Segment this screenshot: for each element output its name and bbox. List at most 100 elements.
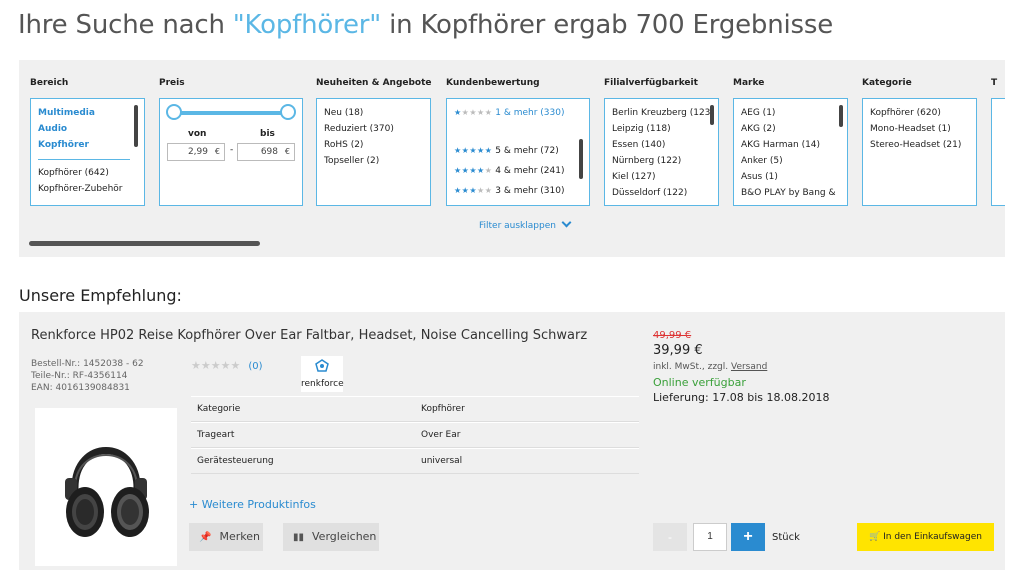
marke-option[interactable]: Asus (1) [741, 169, 840, 185]
quantity-decrease-button[interactable]: - [653, 523, 687, 551]
marke-option[interactable]: B&O PLAY by Bang & [741, 185, 840, 201]
filiale-option[interactable]: Leipzig (118) [612, 121, 711, 137]
search-query: "Kopfhörer" [232, 10, 382, 40]
scrollbar[interactable] [710, 105, 714, 125]
filter-box-filialen: Berlin Kreuzberg (123) Leipzig (118) Ess… [604, 98, 719, 206]
vat-info: inkl. MwSt., zzgl. Versand [653, 362, 768, 372]
neuheiten-option[interactable]: Topseller (2) [324, 153, 423, 169]
delivery-date: Lieferung: 17.08 bis 18.08.2018 [653, 391, 830, 404]
add-to-cart-button[interactable]: 🛒 In den Einkaufswagen [857, 523, 994, 551]
product-title[interactable]: Renkforce HP02 Reise Kopfhörer Over Ear … [31, 328, 587, 343]
product-card: Renkforce HP02 Reise Kopfhörer Over Ear … [19, 312, 1005, 570]
bereich-selected-kopfhoerer[interactable]: Kopfhörer [38, 137, 137, 153]
price-dash: - [230, 145, 234, 155]
attribute-row: Gerätesteuerung universal [191, 448, 639, 474]
filter-title: Neuheiten & Angebote [316, 78, 432, 88]
neuheiten-option[interactable]: RoHS (2) [324, 137, 423, 153]
rating-option-1[interactable]: ★★★★★ 1 & mehr (330) [454, 105, 582, 121]
filter-kundenbewertung: Kundenbewertung ★★★★★ 1 & mehr (330) ★★★… [446, 78, 590, 206]
filter-title: Bereich [30, 78, 69, 88]
product-meta: Bestell-Nr.: 1452038 - 62 Teile-Nr.: RF-… [31, 358, 144, 394]
rating-option-4[interactable]: ★★★★★ 4 & mehr (241) [454, 163, 582, 179]
cart-icon: 🛒 [869, 532, 881, 542]
order-number: Bestell-Nr.: 1452038 - 62 [31, 359, 144, 369]
neuheiten-option[interactable]: Reduziert (370) [324, 121, 423, 137]
filter-box-marke: AEG (1) AKG (2) AKG Harman (14) Anker (5… [733, 98, 848, 206]
filiale-option[interactable]: Essen (140) [612, 137, 711, 153]
product-rating[interactable]: ★★★★★ (0) [191, 359, 262, 372]
filter-box-next [991, 98, 1005, 206]
shipping-link[interactable]: Versand [731, 362, 767, 372]
price-range-slider[interactable] [166, 104, 296, 120]
brand-logo[interactable]: renkforce [301, 356, 344, 392]
scrollbar[interactable] [839, 105, 843, 127]
horizontal-scrollbar[interactable] [29, 241, 260, 246]
bereich-option[interactable]: Kopfhörer-Zubehör [38, 181, 137, 197]
compare-chart-icon: ▮▮ [293, 532, 305, 543]
product-image[interactable] [35, 408, 177, 566]
marke-option[interactable]: AKG (2) [741, 121, 840, 137]
filter-preis: Preis von bis 2,99 € - 698 € [159, 78, 303, 206]
star-rating-icon: ★★★★★ [454, 146, 493, 155]
attribute-row: Kategorie Kopfhörer [191, 396, 639, 422]
search-result-title: Ihre Suche nach "Kopfhörer" in Kopfhörer… [18, 10, 834, 40]
filiale-option[interactable]: Berlin Kreuzberg (123) [612, 105, 714, 121]
rating-option-5[interactable]: ★★★★★ 5 & mehr (72) [454, 143, 582, 159]
bereich-selected-audio[interactable]: Audio [38, 121, 137, 137]
kategorie-option[interactable]: Mono-Headset (1) [870, 121, 969, 137]
availability-status: Online verfügbar [653, 376, 746, 389]
neuheiten-option[interactable]: Neu (18) [324, 105, 423, 121]
product-attributes: Kategorie Kopfhörer Trageart Over Ear Ge… [191, 396, 639, 474]
filter-title: Kundenbewertung [446, 78, 540, 88]
filter-bereich: Bereich Multimedia Audio Kopfhörer Kopfh… [30, 78, 145, 206]
filiale-option[interactable]: Kiel (127) [612, 169, 711, 185]
filter-expand-link[interactable]: Filter ausklappen [479, 217, 572, 231]
star-rating-icon: ★★★★★ [454, 108, 493, 117]
filter-box-neuheiten: Neu (18) Reduziert (370) RoHS (2) Topsel… [316, 98, 431, 206]
star-rating-icon: ★★★★★ [191, 359, 241, 372]
filter-box-preis: von bis 2,99 € - 698 € [159, 98, 303, 206]
price-min-handle[interactable] [166, 104, 182, 120]
old-price: 49,99 € [653, 330, 692, 341]
merken-button[interactable]: 📌 Merken [189, 523, 263, 551]
quantity-increase-button[interactable]: + [731, 523, 765, 551]
ean-number: EAN: 4016139084831 [31, 383, 130, 393]
rating-count[interactable]: (0) [248, 361, 262, 372]
marke-option[interactable]: AKG Harman (14) [741, 137, 840, 153]
filter-panel: Bereich Multimedia Audio Kopfhörer Kopfh… [19, 60, 1005, 257]
filter-title: Kategorie [862, 78, 912, 88]
pin-icon: 📌 [199, 532, 212, 543]
price-from-input[interactable]: 2,99 € [167, 143, 225, 161]
filter-neuheiten: Neuheiten & Angebote Neu (18) Reduziert … [316, 78, 432, 206]
price-to-input[interactable]: 698 € [237, 143, 295, 161]
marke-option[interactable]: AEG (1) [741, 105, 840, 121]
vergleichen-button[interactable]: ▮▮ Vergleichen [283, 523, 379, 551]
kategorie-option[interactable]: Kopfhörer (620) [870, 105, 969, 121]
chevron-down-icon [561, 217, 572, 228]
price-from-label: von [188, 129, 207, 139]
recommendation-heading: Unsere Empfehlung: [19, 286, 182, 305]
filter-box-bereich[interactable]: Multimedia Audio Kopfhörer Kopfhörer (64… [30, 98, 145, 206]
filter-title: T [991, 78, 998, 88]
headphones-icon [65, 447, 149, 537]
filiale-option[interactable]: Nürnberg (122) [612, 153, 711, 169]
rating-option-3[interactable]: ★★★★★ 3 & mehr (310) [454, 183, 582, 199]
price-max-handle[interactable] [280, 104, 296, 120]
filiale-option[interactable]: Düsseldorf (122) [612, 185, 711, 201]
marke-option[interactable]: Anker (5) [741, 153, 840, 169]
kategorie-option[interactable]: Stereo-Headset (21) [870, 137, 969, 153]
part-number: Teile-Nr.: RF-4356114 [31, 371, 128, 381]
filter-title: Filialverfügbarkeit [604, 78, 698, 88]
bereich-option[interactable]: Kopfhörer (642) [38, 165, 137, 181]
quantity-input[interactable]: 1 [693, 523, 727, 551]
bereich-selected-multimedia[interactable]: Multimedia [38, 105, 137, 121]
scrollbar[interactable] [134, 105, 138, 147]
attribute-row: Trageart Over Ear [191, 422, 639, 448]
more-product-info-link[interactable]: + Weitere Produktinfos [189, 498, 316, 511]
divider [38, 159, 130, 160]
filter-marke: Marke AEG (1) AKG (2) AKG Harman (14) An… [733, 78, 848, 206]
star-rating-icon: ★★★★★ [454, 166, 493, 175]
filter-box-kundenbewertung: ★★★★★ 1 & mehr (330) ★★★★★ 5 & mehr (72)… [446, 98, 590, 206]
star-rating-icon: ★★★★★ [454, 186, 493, 195]
scrollbar[interactable] [579, 139, 583, 179]
